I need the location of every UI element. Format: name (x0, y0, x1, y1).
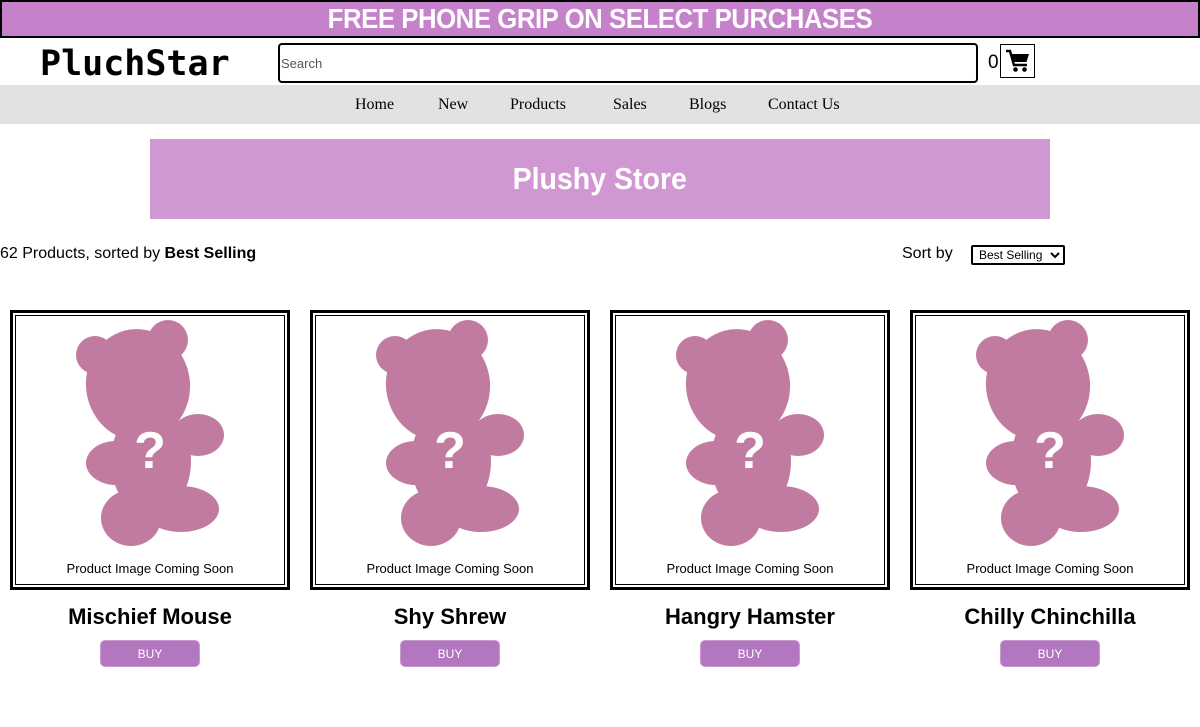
bear-placeholder-icon: ? (676, 320, 824, 546)
image-coming-soon-text: Product Image Coming Soon (966, 561, 1134, 576)
nav-contact-us[interactable]: Contact Us (768, 96, 840, 114)
image-coming-soon-text: Product Image Coming Soon (666, 561, 834, 576)
store-title: Plushy Store (512, 161, 688, 196)
bear-placeholder-icon: ? (976, 320, 1124, 546)
cart-icon (1005, 49, 1029, 72)
image-coming-soon-text: Product Image Coming Soon (66, 561, 234, 576)
buy-button[interactable]: BUY (100, 640, 200, 667)
svg-text:?: ? (134, 422, 166, 480)
buy-button[interactable]: BUY (700, 640, 800, 667)
nav-home[interactable]: Home (355, 96, 394, 114)
store-banner: Plushy Store (150, 139, 1050, 219)
product-image[interactable]: ? Product Image Coming Soon (610, 310, 890, 590)
main-nav: Home New Products Sales Blogs Contact Us (0, 85, 1200, 124)
product-card: ? Product Image Coming Soon Hangry Hamst… (610, 310, 890, 670)
cart-count: 0 (988, 52, 999, 73)
site-header: PluchStar 0 (0, 38, 1200, 85)
results-summary: 62 Products, sorted by Best Selling (0, 245, 256, 263)
product-image[interactable]: ? Product Image Coming Soon (10, 310, 290, 590)
product-image[interactable]: ? Product Image Coming Soon (910, 310, 1190, 590)
product-name[interactable]: Hangry Hamster (610, 604, 890, 630)
product-name[interactable]: Chilly Chinchilla (910, 604, 1190, 630)
search-input[interactable] (278, 43, 978, 83)
nav-sales[interactable]: Sales (613, 96, 647, 114)
buy-button[interactable]: BUY (1000, 640, 1100, 667)
sort-select[interactable]: Best Selling (971, 245, 1065, 265)
product-name[interactable]: Mischief Mouse (10, 604, 290, 630)
sort-label: Sort by (902, 245, 953, 262)
buy-button[interactable]: BUY (400, 640, 500, 667)
bear-placeholder-icon: ? (76, 320, 224, 546)
svg-text:?: ? (434, 422, 466, 480)
results-sort-text: Best Selling (164, 245, 257, 262)
results-count-text: 62 Products, sorted by (0, 245, 161, 262)
nav-products[interactable]: Products (510, 96, 566, 114)
product-card: ? Product Image Coming Soon Chilly Chinc… (910, 310, 1190, 670)
svg-text:?: ? (734, 422, 766, 480)
product-image[interactable]: ? Product Image Coming Soon (310, 310, 590, 590)
promo-banner: FREE PHONE GRIP ON SELECT PURCHASES (0, 0, 1200, 38)
cart-button[interactable] (1000, 44, 1035, 78)
svg-text:?: ? (1034, 422, 1066, 480)
image-coming-soon-text: Product Image Coming Soon (366, 561, 534, 576)
nav-blogs[interactable]: Blogs (689, 96, 726, 114)
product-card: ? Product Image Coming Soon Shy Shrew BU… (310, 310, 590, 670)
product-name[interactable]: Shy Shrew (310, 604, 590, 630)
promo-text: FREE PHONE GRIP ON SELECT PURCHASES (327, 3, 873, 34)
product-card: ? Product Image Coming Soon Mischief Mou… (10, 310, 290, 670)
nav-new[interactable]: New (438, 96, 468, 114)
bear-placeholder-icon: ? (376, 320, 524, 546)
site-logo[interactable]: PluchStar (40, 44, 230, 84)
